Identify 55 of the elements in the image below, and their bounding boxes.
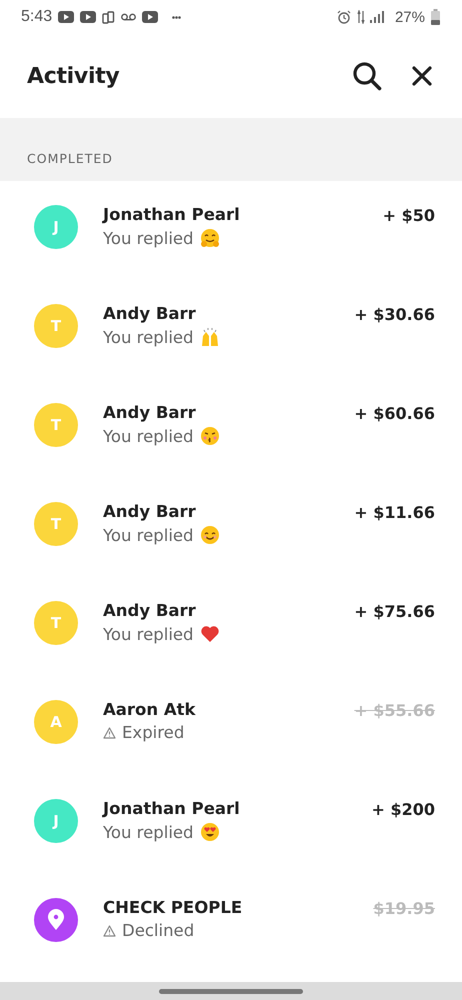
avatar-initial: T <box>50 515 62 533</box>
smiling-face-icon <box>200 525 220 545</box>
contact-name: Andy Barr <box>103 403 197 422</box>
amount: + $60.66 <box>354 404 435 423</box>
voicemail-icon <box>121 13 136 21</box>
contact-name: Andy Barr <box>103 502 197 521</box>
battery-percentage: 27% <box>394 8 425 26</box>
play-icon <box>142 11 158 23</box>
warning-icon <box>103 924 116 936</box>
page-title: Activity <box>27 64 120 88</box>
amount: + $200 <box>371 800 435 819</box>
amount: + $50 <box>382 206 435 225</box>
section-title: COMPLETED <box>27 151 113 166</box>
amount: + $30.66 <box>354 305 435 324</box>
amount: + $11.66 <box>354 503 435 522</box>
status-text: You replied <box>103 624 194 644</box>
status-text: Declined <box>122 921 194 940</box>
raised-hands-icon <box>200 327 220 347</box>
status-text: You replied <box>103 526 194 544</box>
amount: + $55.66 <box>354 701 435 720</box>
kissing-face-icon <box>200 426 220 446</box>
status-text: Expired <box>122 723 184 742</box>
close-icon[interactable] <box>412 66 432 86</box>
avatar-initial: J <box>53 812 59 830</box>
play-icon <box>80 11 96 23</box>
avatar-initial: J <box>53 218 59 236</box>
battery-icon <box>431 9 440 25</box>
contact-name: Andy Barr <box>103 601 197 620</box>
heart-eyes-face-icon <box>200 822 220 842</box>
phones-icon <box>102 10 116 24</box>
status-text: You replied <box>103 228 194 248</box>
alarm-icon <box>336 10 351 24</box>
contact-name: Jonathan Pearl <box>103 799 241 818</box>
contact-name: Aaron Atk <box>103 700 197 719</box>
amount: $19.95 <box>373 899 435 918</box>
status-time: 5:43 <box>21 8 52 26</box>
contact-name: Andy Barr <box>103 304 197 323</box>
heart-icon <box>200 624 220 644</box>
hugging-face-icon <box>200 228 220 248</box>
contact-name: Jonathan Pearl <box>103 205 241 224</box>
avatar-initial: T <box>50 317 62 335</box>
avatar-initial: T <box>50 416 62 434</box>
avatar-initial: T <box>50 614 62 632</box>
contact-name: CHECK PEOPLE <box>103 898 244 917</box>
status-text: You replied <box>103 426 194 446</box>
warning-icon <box>103 726 116 738</box>
home-handle[interactable] <box>159 988 303 994</box>
more-icon <box>172 16 182 18</box>
avatar-initial: A <box>50 713 62 731</box>
play-icon <box>58 11 74 23</box>
search-icon[interactable] <box>352 61 382 91</box>
amount: + $75.66 <box>354 602 435 621</box>
status-text: You replied <box>103 822 194 842</box>
status-text: You replied <box>103 328 194 346</box>
location-pin-icon <box>47 909 65 931</box>
